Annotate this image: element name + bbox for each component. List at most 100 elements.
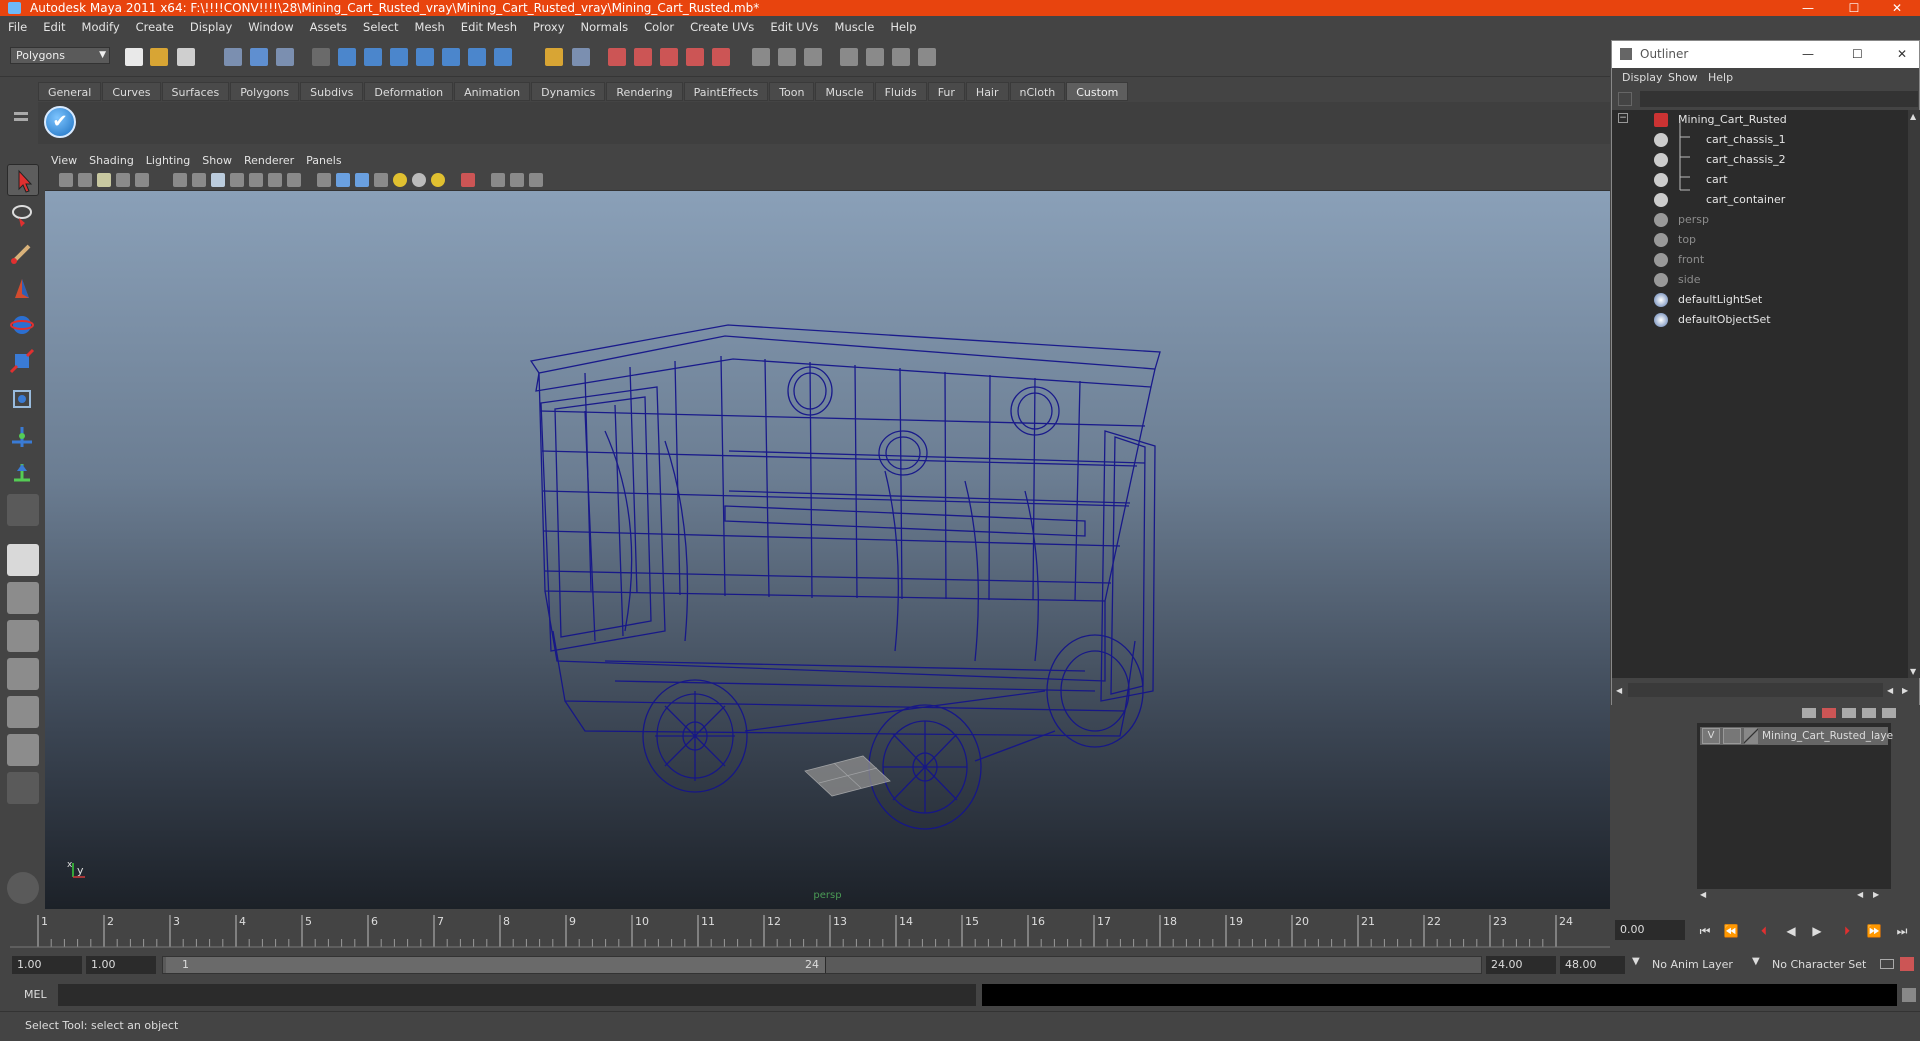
shelf-tab-custom[interactable]: Custom (1066, 82, 1129, 101)
two-d-pan-icon[interactable] (135, 173, 149, 187)
layout-hypershade-icon[interactable] (7, 696, 39, 728)
play-backwards-icon[interactable]: ◀ (1782, 923, 1800, 939)
save-scene-icon[interactable] (177, 48, 195, 66)
viewport-menu-lighting[interactable]: Lighting (140, 152, 196, 170)
textured-icon[interactable] (374, 173, 388, 187)
menu-assets[interactable]: Assets (302, 16, 355, 39)
scroll-left-icon[interactable]: ◀ (1857, 890, 1863, 899)
menu-create-uvs[interactable]: Create UVs (682, 16, 762, 39)
xray-joints-icon[interactable] (510, 173, 524, 187)
menu-color[interactable]: Color (636, 16, 682, 39)
shelf-tab-polygons[interactable]: Polygons (230, 82, 300, 101)
new-scene-icon[interactable] (125, 48, 143, 66)
shelf-tab-fluids[interactable]: Fluids (874, 82, 927, 101)
soft-mod-tool-icon[interactable] (7, 422, 39, 454)
outliner-item-cart[interactable]: cart (1652, 170, 1892, 190)
outliner-item-cart-chassis-1[interactable]: cart_chassis_1 (1652, 130, 1892, 150)
scale-tool-icon[interactable] (7, 346, 39, 378)
safe-action-icon[interactable] (268, 173, 282, 187)
shelf-tab-animation[interactable]: Animation (454, 82, 531, 101)
last-tool-icon[interactable] (7, 494, 39, 526)
shelf-tab-painteffects[interactable]: PaintEffects (683, 82, 769, 101)
scroll-down-icon[interactable]: ▼ (1910, 667, 1916, 676)
safe-title-icon[interactable] (287, 173, 301, 187)
show-channel-box-icon[interactable] (804, 48, 822, 66)
outliner-item-cart-chassis-2[interactable]: cart_chassis_2 (1652, 150, 1892, 170)
scroll-right-icon[interactable]: ▶ (1902, 686, 1908, 695)
menu-muscle[interactable]: Muscle (827, 16, 883, 39)
select-tool-icon[interactable] (7, 164, 39, 196)
playback-start-field[interactable]: 1.00 (86, 956, 156, 974)
make-live-icon[interactable] (416, 48, 434, 66)
outliner-menu-display[interactable]: Display (1622, 71, 1663, 84)
show-tool-settings-icon[interactable] (778, 48, 796, 66)
layout-outliner-icon[interactable] (7, 620, 39, 652)
film-gate-icon[interactable] (192, 173, 206, 187)
show-attribute-editor-icon[interactable] (752, 48, 770, 66)
scroll-left-icon[interactable]: ◀ (1887, 686, 1893, 695)
menu-create[interactable]: Create (128, 16, 182, 39)
layer-options-icon[interactable] (1862, 708, 1876, 718)
panel-layout-icon[interactable] (840, 48, 858, 66)
open-scene-icon[interactable] (150, 48, 168, 66)
menu-display[interactable]: Display (182, 16, 240, 39)
ipr-render-icon[interactable] (634, 48, 652, 66)
snap-point-icon[interactable] (364, 48, 382, 66)
shelf-menu-handle[interactable] (14, 82, 34, 142)
layout-uv-icon[interactable] (7, 734, 39, 766)
selection-mask-icon[interactable] (572, 48, 590, 66)
show-manipulator-tool-icon[interactable] (7, 458, 39, 490)
resolution-gate-icon[interactable] (211, 173, 225, 187)
filter-icon[interactable] (1618, 92, 1632, 106)
viewport-menu-shading[interactable]: Shading (83, 152, 140, 170)
layer-options-icon[interactable] (1882, 708, 1896, 718)
new-layer-icon[interactable] (1802, 708, 1816, 718)
playback-end-field[interactable]: 24.00 (1486, 956, 1556, 974)
character-set-dropdown[interactable]: No Character Set (1767, 956, 1877, 974)
animation-end-field[interactable]: 48.00 (1560, 956, 1625, 974)
hud-icon[interactable] (529, 173, 543, 187)
maximize-button[interactable]: ☐ (1831, 0, 1877, 16)
outliner-search-input[interactable] (1640, 91, 1918, 107)
history-icon[interactable] (442, 48, 460, 66)
shadows-icon[interactable] (412, 173, 426, 187)
layer-options-icon[interactable] (1842, 708, 1856, 718)
outliner-item-default-light-set[interactable]: defaultLightSet (1652, 290, 1892, 310)
menu-set-dropdown[interactable]: Polygons ▼ (10, 47, 110, 64)
menu-select[interactable]: Select (355, 16, 406, 39)
script-editor-icon[interactable] (7, 872, 39, 904)
move-tool-icon[interactable] (7, 274, 39, 306)
go-to-end-icon[interactable]: ⏭ (1893, 923, 1911, 939)
step-forward-key-icon[interactable]: ⏵ (1838, 923, 1856, 939)
construction-icon[interactable] (468, 48, 486, 66)
help-icon[interactable] (494, 48, 512, 66)
outliner-item-cart-container[interactable]: cart_container (1652, 190, 1892, 210)
layout-custom-icon[interactable] (7, 772, 39, 804)
key-icon[interactable] (1880, 959, 1894, 969)
scroll-left-icon[interactable]: ◀ (1616, 686, 1622, 695)
scroll-track[interactable] (1628, 683, 1883, 697)
outliner-item-default-object-set[interactable]: defaultObjectSet (1652, 310, 1892, 330)
field-chart-icon[interactable] (249, 173, 263, 187)
render-current-icon[interactable] (608, 48, 626, 66)
menu-modify[interactable]: Modify (74, 16, 128, 39)
outliner-menu-help[interactable]: Help (1708, 71, 1733, 84)
shelf-tab-deformation[interactable]: Deformation (364, 82, 454, 101)
render-settings-icon[interactable] (660, 48, 678, 66)
layout-four-icon[interactable] (7, 582, 39, 614)
select-hierarchy-icon[interactable] (224, 48, 242, 66)
outliner-item-persp[interactable]: persp (1652, 210, 1892, 230)
perspective-viewport[interactable]: y x persp (45, 191, 1610, 909)
shelf-tab-general[interactable]: General (38, 82, 102, 101)
viewport-menu-show[interactable]: Show (196, 152, 238, 170)
layer-row[interactable]: V Mining_Cart_Rusted_laye (1700, 727, 1893, 745)
scroll-up-icon[interactable]: ▲ (1910, 112, 1916, 121)
minimize-button[interactable]: — (1785, 0, 1831, 16)
menu-proxy[interactable]: Proxy (525, 16, 573, 39)
rotate-tool-icon[interactable] (7, 310, 39, 342)
range-slider-handle[interactable]: 1 24 (166, 957, 826, 973)
menu-mesh[interactable]: Mesh (407, 16, 453, 39)
checkmark-icon[interactable]: ✔ (44, 106, 76, 138)
camera-select-icon[interactable] (59, 173, 73, 187)
range-slider-track[interactable]: 1 24 (162, 956, 1482, 974)
